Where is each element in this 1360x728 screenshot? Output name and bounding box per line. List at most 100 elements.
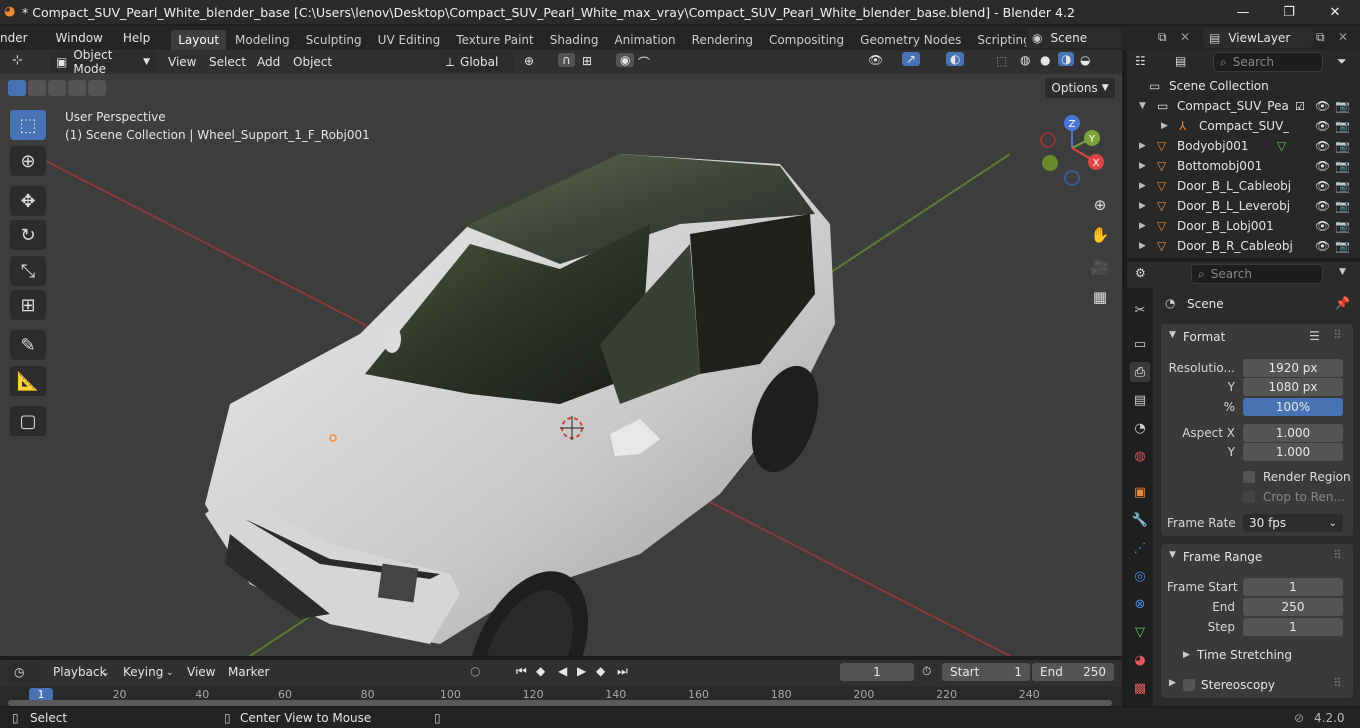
solid-shading-icon[interactable]: ● [1040,53,1050,67]
falloff-icon[interactable]: ⌒ [638,54,650,71]
presets-icon[interactable]: ☰ [1309,329,1320,343]
camera-icon[interactable]: 📷 [1335,199,1350,213]
tab-uv-editing[interactable]: UV Editing [371,30,448,50]
chevron-down-icon[interactable]: ▼ [1169,330,1176,340]
stereoscopy-checkbox[interactable] [1183,679,1195,691]
resolution-percent-slider[interactable]: 100% [1243,398,1343,416]
pan-button[interactable]: ✋ [1087,222,1113,248]
chevron-right-icon[interactable]: ▶ [1139,201,1146,211]
outliner-row[interactable]: ▶ ▽ Bodyobj001 ▽ 👁 📷 [1127,136,1360,156]
frame-step-field[interactable]: 1 [1243,618,1343,636]
menu-select[interactable]: Select [209,55,246,69]
menu-view[interactable]: View [168,55,196,69]
eye-icon[interactable]: 👁 [1315,139,1330,153]
scene-tab-icon[interactable]: ◔ [1130,418,1150,438]
outliner-row[interactable]: ▼ ▭ Compact_SUV_Pea ☑ 👁 📷 [1127,96,1360,116]
drag-handle-icon[interactable]: ⠿ [1333,328,1342,342]
select-extend-icon[interactable] [28,80,46,96]
frame-end-field[interactable]: 250 [1243,598,1343,616]
pivot-icon[interactable]: ⊕ [524,54,534,68]
view-layer-tab-icon[interactable]: ▤ [1130,390,1150,410]
tab-shading[interactable]: Shading [543,30,606,50]
outliner-editor-icon[interactable]: ☷ [1135,54,1146,68]
data-tab-icon[interactable]: ▽ [1130,622,1150,642]
tab-compositing[interactable]: Compositing [762,30,851,50]
eye-icon[interactable]: 👁 [1315,159,1330,173]
mode-dropdown[interactable]: ▣ Object Mode ▼ [50,48,156,76]
timeline-editor-type[interactable]: ◷ [8,662,40,682]
chevron-right-icon[interactable]: ▶ [1139,221,1146,231]
drag-handle-icon[interactable]: ⠿ [1333,676,1342,690]
next-keyframe-icon[interactable]: ◆ [596,664,605,678]
timeline-marker-menu[interactable]: Marker [228,665,269,679]
start-frame-field[interactable]: Start 1 [942,663,1030,681]
tab-sculpting[interactable]: Sculpting [299,30,369,50]
tool-tab-icon[interactable]: ✂ [1130,300,1150,320]
outliner-row[interactable]: ▶ ▽ Door_B_L_Cableobj 👁 📷 [1127,176,1360,196]
resolution-y-field[interactable]: 1080 px [1243,378,1343,396]
transform-tool[interactable]: ⊞ [10,290,46,320]
stereoscopy-title[interactable]: Stereoscopy [1201,678,1275,692]
play-icon[interactable]: ▶ [577,664,586,678]
eye-icon[interactable]: 👁 [1315,199,1330,213]
camera-icon[interactable]: 📷 [1335,159,1350,173]
render-region-checkbox[interactable] [1243,471,1255,483]
aspect-y-field[interactable]: 1.000 [1243,443,1343,461]
outliner-row[interactable]: ▶ ⅄ Compact_SUV_ 👁 📷 [1127,116,1360,136]
play-reverse-icon[interactable]: ◀ [558,664,567,678]
select-box-tool[interactable]: ⬚ [10,110,46,140]
camera-view-button[interactable]: 🎥 [1087,254,1113,280]
render-tab-icon[interactable]: ▭ [1130,334,1150,354]
measure-tool[interactable]: 📐 [10,366,46,396]
current-frame-field[interactable]: 1 [840,663,914,681]
timeline-playback-menu[interactable]: Playback [53,665,107,679]
select-invert-icon[interactable] [68,80,86,96]
outliner-row[interactable]: ▶ ▽ Door_B_Lobj001 👁 📷 [1127,216,1360,236]
menu-window[interactable]: Window [49,31,110,45]
frame-range-title[interactable]: Frame Range [1183,550,1262,564]
exclude-checkbox-icon[interactable]: ☑ [1295,100,1305,113]
tab-animation[interactable]: Animation [607,30,682,50]
scale-tool[interactable]: ⤡ [10,256,46,286]
jump-start-icon[interactable]: ⏮ [516,664,527,679]
chevron-right-icon[interactable]: ▶ [1169,678,1176,688]
scene-selector[interactable]: ◉ Scene [1026,28,1122,48]
camera-icon[interactable]: 📷 [1335,239,1350,253]
end-frame-field[interactable]: End 250 [1032,663,1114,681]
outliner-scene-collection[interactable]: ▭ Scene Collection [1127,76,1360,96]
jump-end-icon[interactable]: ⏭ [617,664,628,679]
filter-icon[interactable]: ⏷ [1337,54,1347,69]
output-tab-icon[interactable]: ⎙ [1130,362,1150,382]
menu-add[interactable]: Add [257,55,280,69]
eye-icon[interactable]: 👁 [1315,239,1330,253]
navigation-gizmo[interactable]: Z Y X [1030,112,1114,196]
frame-rate-dropdown[interactable]: 30 fps ⌄ [1243,514,1343,532]
rendered-shading-icon[interactable]: ◒ [1080,53,1090,67]
chevron-right-icon[interactable]: ▶ [1139,141,1146,151]
tab-texture-paint[interactable]: Texture Paint [449,30,540,50]
move-tool[interactable]: ✥ [10,186,46,216]
select-subtract-icon[interactable] [48,80,66,96]
texture-tab-icon[interactable]: ▩ [1130,678,1150,698]
object-tab-icon[interactable]: ▣ [1130,482,1150,502]
snap-icon[interactable]: ∩ [558,53,575,67]
tab-rendering[interactable]: Rendering [685,30,760,50]
visibility-icon[interactable]: 👁 [868,53,883,67]
tab-layout[interactable]: Layout [171,30,227,50]
pin-icon[interactable]: 📌 [1335,296,1350,310]
chevron-right-icon[interactable]: ▶ [1139,181,1146,191]
proportional-edit-icon[interactable]: ◉ [616,53,635,67]
particles-tab-icon[interactable]: ⋰ [1130,538,1150,558]
select-intersect-icon[interactable] [88,80,106,96]
ortho-toggle-button[interactable]: ▦ [1087,284,1113,310]
eye-icon[interactable]: 👁 [1315,119,1330,133]
properties-search[interactable]: ⌕ Search [1191,264,1323,284]
eye-icon[interactable]: 👁 [1315,179,1330,193]
timer-icon[interactable]: ⏱ [922,664,931,679]
chevron-right-icon[interactable]: ▶ [1161,121,1168,131]
cursor-tool[interactable]: ⊕ [10,146,46,176]
rotate-tool[interactable]: ↻ [10,220,46,250]
prev-keyframe-icon[interactable]: ◆ [536,664,545,678]
chevron-down-icon[interactable]: ▼ [1139,101,1146,111]
frame-start-field[interactable]: 1 [1243,578,1343,596]
